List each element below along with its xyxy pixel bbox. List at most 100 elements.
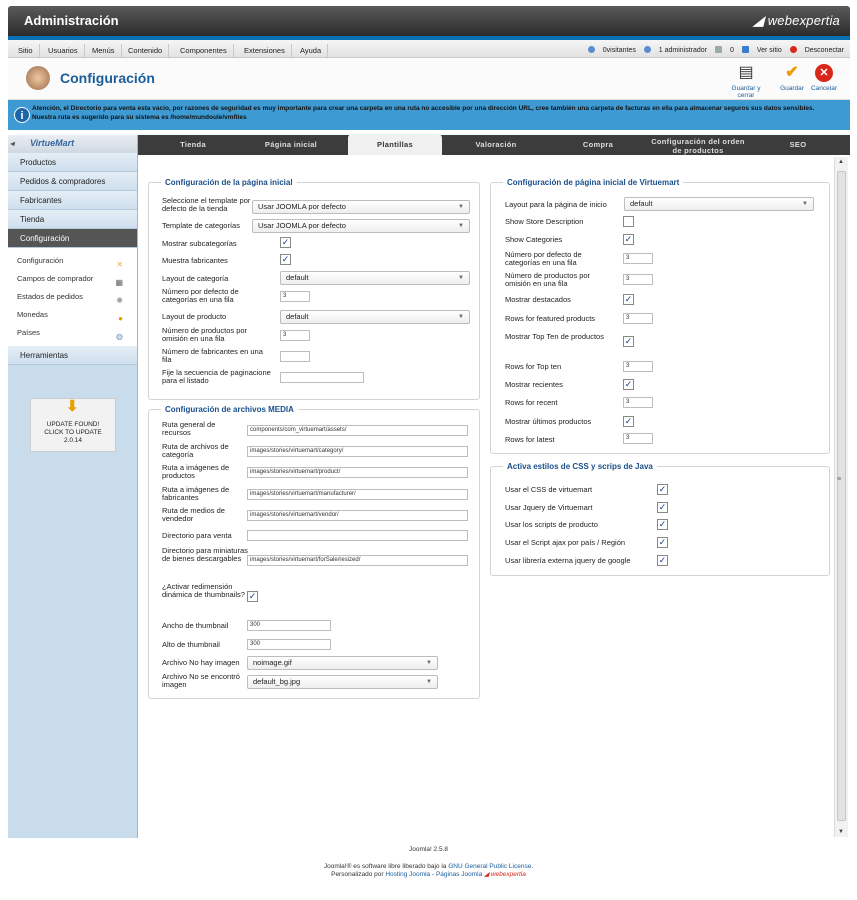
sidebar-item-tienda[interactable]: Tienda [8, 210, 137, 229]
manu-images-label: Ruta a imágenes de fabricantes [162, 485, 230, 502]
prod-scripts-checkbox[interactable]: ✓ [657, 519, 668, 530]
update-notice[interactable]: ⬇ UPDATE FOUND! CLICK TO UPDATE 2.0.14 [30, 398, 116, 452]
menu-contenido[interactable]: Contenido [122, 44, 170, 57]
scroll-thumb[interactable] [837, 171, 846, 821]
tab-valoracion[interactable]: Valoración [456, 135, 536, 155]
featured-rows-input[interactable]: 3 [623, 313, 653, 324]
scroll-up-icon[interactable]: ▲ [838, 159, 844, 165]
latest-rows-input[interactable]: 3 [623, 433, 653, 444]
cat-images-input[interactable]: images/stories/virtuemart/category/ [247, 446, 468, 457]
show-cats-checkbox[interactable]: ✓ [623, 234, 634, 245]
tab-orden-productos[interactable]: Configuración del orden de productos [648, 135, 748, 155]
gpl-link[interactable]: GNU General Public License [448, 863, 531, 870]
css-checkbox[interactable]: ✓ [657, 484, 668, 495]
submenu-paises[interactable]: Países ◍ [8, 324, 137, 342]
menu-menus[interactable]: Menús [86, 44, 122, 57]
menu-extensiones[interactable]: Extensiones [238, 44, 292, 57]
submenu-configuracion[interactable]: Configuración ✕ [8, 252, 137, 270]
sidebar-item-herramientas[interactable]: Herramientas [8, 346, 137, 365]
show-manufacturers-checkbox[interactable]: ✓ [280, 254, 291, 265]
cat-template-select[interactable]: Usar JOOMLA por defecto ▼ [252, 219, 470, 233]
sale-dir-input[interactable] [247, 530, 468, 541]
submenu-estados-pedidos[interactable]: Estados de pedidos ✺ [8, 288, 137, 306]
brand-mark-icon: ◢ [753, 13, 764, 28]
tab-pagina-inicial[interactable]: Página inicial [248, 135, 334, 155]
cats-per-row-input[interactable]: 3 [280, 291, 310, 302]
messages-status[interactable]: 0 [714, 46, 734, 54]
show-subcats-checkbox[interactable]: ✓ [280, 237, 291, 248]
notfound-select[interactable]: default_bg.jpg ▼ [247, 675, 438, 689]
product-layout-select[interactable]: default ▼ [280, 310, 470, 324]
chevron-down-icon: ▼ [458, 314, 464, 320]
thumb-width-input[interactable]: 300 [247, 620, 331, 631]
recent-checkbox[interactable]: ✓ [623, 379, 634, 390]
ajax-checkbox[interactable]: ✓ [657, 537, 668, 548]
paginas-link[interactable]: Páginas Joomla [436, 871, 482, 878]
resize-checkbox[interactable]: ✓ [247, 591, 258, 602]
featured-checkbox[interactable]: ✓ [623, 294, 634, 305]
recent-rows-input[interactable]: 3 [623, 397, 653, 408]
menu-usuarios[interactable]: Usuarios [42, 44, 85, 57]
save-close-button[interactable]: ▤ Guardar y cerrar [724, 64, 768, 99]
sidebar-item-productos[interactable]: Productos [8, 153, 137, 172]
footer-brand[interactable]: ◢ webexpertia [484, 871, 526, 878]
home-layout-select[interactable]: default ▼ [624, 197, 814, 211]
store-template-select[interactable]: Usar JOOMLA por defecto ▼ [252, 200, 470, 214]
brand-logo[interactable]: ◢ webexpertia [753, 13, 840, 29]
store-desc-checkbox[interactable] [623, 216, 634, 227]
topten-checkbox[interactable]: ✓ [623, 336, 634, 347]
assets-input[interactable]: components/com_virtuemart/assets/ [247, 425, 468, 436]
save-label: Guardar [780, 85, 804, 92]
license-line: Joomla!® es software libre liberado bajo… [323, 863, 534, 870]
joomla-version: Joomla! 2.5.8 [408, 846, 449, 853]
cats-row-input[interactable]: 3 [623, 253, 653, 264]
manu-images-input[interactable]: images/stories/virtuemart/manufacturer/ [247, 489, 468, 500]
menu-componentes[interactable]: Componentes [174, 44, 234, 57]
vendor-media-label: Ruta de medios de vendedor [162, 506, 225, 523]
chevron-down-icon: ▼ [458, 204, 464, 210]
admin-icon [643, 46, 651, 53]
sidebar-item-pedidos[interactable]: Pedidos & compradores [8, 172, 137, 191]
content-scrollbar[interactable]: ▲ ▼ [834, 157, 848, 837]
jquery-checkbox[interactable]: ✓ [657, 502, 668, 513]
submenu-campos-comprador[interactable]: Campos de comprador ▦ [8, 270, 137, 288]
tab-plantillas[interactable]: Plantillas [348, 134, 442, 155]
vendor-media-input[interactable]: images/stories/virtuemart/vendor/ [247, 510, 468, 521]
tab-tienda[interactable]: Tienda [156, 135, 230, 155]
sidebar-item-fabricantes[interactable]: Fabricantes [8, 191, 137, 210]
google-jquery-checkbox[interactable]: ✓ [657, 555, 668, 566]
thumb-dir-input[interactable]: images/stories/virtuemart/forSale/resize… [247, 555, 468, 566]
css-label: Usar el CSS de virtuemart [505, 485, 593, 494]
prod-images-input[interactable]: images/stories/virtuemart/product/ [247, 467, 468, 478]
resize-handle-icon[interactable]: ≡ [837, 476, 841, 483]
tab-seo[interactable]: SEO [766, 135, 830, 155]
legend-media: Configuración de archivos MEDIA [165, 405, 294, 414]
prod-images-label: Ruta a imágenes de productos [162, 463, 230, 480]
topten-rows-input[interactable]: 3 [623, 361, 653, 372]
pagination-label: Fije la secuencia de paginacione para el… [162, 368, 271, 385]
thumb-height-input[interactable]: 300 [247, 639, 331, 650]
thumb-width-label: Ancho de thumbnail [162, 621, 229, 630]
chevron-down-icon: ▼ [426, 679, 432, 685]
menu-ayuda[interactable]: Ayuda [294, 44, 329, 57]
tab-compra[interactable]: Compra [558, 135, 638, 155]
users-icon [587, 46, 595, 53]
latest-checkbox[interactable]: ✓ [623, 416, 634, 427]
submenu-monedas[interactable]: Monedas ● [8, 306, 137, 324]
menu-sitio[interactable]: Sitio [12, 44, 40, 57]
view-site-link[interactable]: Ver sitio [741, 46, 782, 54]
cancel-button[interactable]: ✕ Cancelar [802, 64, 846, 92]
manu-per-row-input[interactable] [280, 351, 310, 362]
scroll-down-icon[interactable]: ▼ [838, 829, 844, 835]
show-manufacturers-label: Muestra fabricantes [162, 256, 228, 265]
prods-row-input[interactable]: 3 [623, 274, 653, 285]
featured-rows-label: Rows for featured products [505, 314, 596, 323]
collapse-arrow-icon[interactable]: ◂ [10, 139, 14, 148]
sidebar-item-configuracion[interactable]: Configuración [8, 229, 137, 248]
products-per-row-input[interactable]: 3 [280, 330, 310, 341]
logout-link[interactable]: Desconectar [789, 46, 844, 54]
cat-layout-select[interactable]: default ▼ [280, 271, 470, 285]
pagination-input[interactable] [280, 372, 364, 383]
noimage-select[interactable]: noimage.gif ▼ [247, 656, 438, 670]
hosting-link[interactable]: Hosting Joomla [385, 871, 430, 878]
